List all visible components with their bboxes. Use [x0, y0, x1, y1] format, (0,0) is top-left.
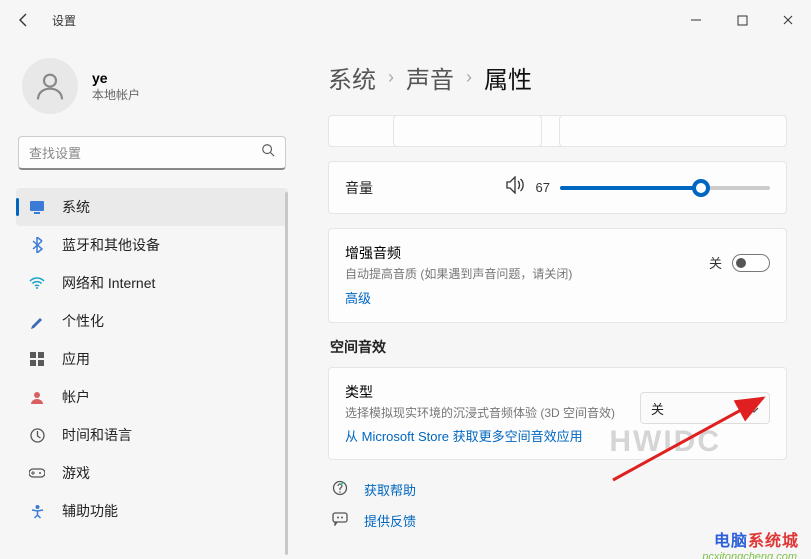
sidebar-item-accounts[interactable]: 帐户: [16, 378, 288, 416]
main-panel: 系统 › 声音 › 属性 音量 67 增强音频 自动提: [300, 40, 811, 559]
chevron-down-icon: [749, 401, 759, 416]
back-button[interactable]: [0, 12, 48, 28]
watermark-text: 电脑系统城: [714, 527, 799, 551]
sidebar-item-gaming[interactable]: 游戏: [16, 454, 288, 492]
sidebar-item-personalization[interactable]: 个性化: [16, 302, 288, 340]
volume-value: 67: [536, 180, 550, 195]
feedback-icon: [332, 512, 350, 529]
type-subtitle: 选择模拟现实环境的沉浸式音频体验 (3D 空间音效): [345, 404, 625, 422]
spatial-type-card: 类型 选择模拟现实环境的沉浸式音频体验 (3D 空间音效) 从 Microsof…: [328, 367, 787, 460]
enhance-audio-card: 增强音频 自动提高音质 (如果遇到声音问题，请关闭) 高级 关: [328, 228, 787, 323]
minimize-button[interactable]: [673, 0, 719, 40]
sidebar: ye 本地帐户 查找设置 系统 蓝牙和其他设备 网络和 Internet: [0, 40, 300, 559]
volume-slider[interactable]: [560, 186, 770, 190]
sidebar-item-system[interactable]: 系统: [16, 188, 288, 226]
get-help-label: 获取帮助: [364, 480, 416, 499]
watermark-url: pcxitongcheng.com: [702, 551, 797, 559]
search-icon: [261, 143, 275, 162]
game-icon: [28, 467, 46, 479]
wifi-icon: [28, 276, 46, 290]
volume-card: 音量 67: [328, 161, 787, 214]
nav-label: 时间和语言: [62, 425, 132, 445]
chevron-right-icon: ›: [466, 67, 472, 88]
sidebar-item-apps[interactable]: 应用: [16, 340, 288, 378]
help-icon: [332, 480, 350, 499]
nav-label: 应用: [62, 349, 90, 369]
sidebar-item-network[interactable]: 网络和 Internet: [16, 264, 288, 302]
bluetooth-icon: [28, 237, 46, 253]
chevron-right-icon: ›: [388, 67, 394, 88]
type-title: 类型: [345, 382, 628, 402]
account-icon: [28, 390, 46, 404]
speaker-icon[interactable]: [506, 176, 526, 199]
feedback-label: 提供反馈: [364, 511, 416, 530]
maximize-button[interactable]: [719, 0, 765, 40]
nav-label: 个性化: [62, 311, 104, 331]
nav-label: 网络和 Internet: [62, 273, 155, 293]
store-link[interactable]: 从 Microsoft Store 获取更多空间音效应用: [345, 426, 628, 445]
enhance-title: 增强音频: [345, 243, 709, 263]
breadcrumb-properties: 属性: [484, 60, 532, 95]
breadcrumb-sound[interactable]: 声音: [406, 60, 454, 95]
nav-list: 系统 蓝牙和其他设备 网络和 Internet 个性化 应用 帐户: [16, 188, 288, 559]
sidebar-item-accessibility[interactable]: 辅助功能: [16, 492, 288, 530]
partial-card-top: [328, 115, 787, 147]
spatial-type-dropdown[interactable]: 关: [640, 392, 770, 424]
apps-icon: [28, 352, 46, 366]
nav-label: 游戏: [62, 463, 90, 483]
profile-block[interactable]: ye 本地帐户: [16, 40, 288, 136]
avatar: [22, 58, 78, 114]
nav-label: 辅助功能: [62, 501, 118, 521]
brush-icon: [28, 313, 46, 329]
spatial-section-title: 空间音效: [330, 337, 787, 357]
slider-thumb[interactable]: [692, 179, 710, 197]
user-name: ye: [92, 70, 140, 86]
breadcrumb-system[interactable]: 系统: [328, 60, 376, 95]
breadcrumb: 系统 › 声音 › 属性: [328, 60, 787, 95]
enhance-subtitle: 自动提高音质 (如果遇到声音问题，请关闭): [345, 265, 709, 282]
clock-icon: [28, 428, 46, 443]
nav-label: 蓝牙和其他设备: [62, 235, 160, 255]
sidebar-item-time[interactable]: 时间和语言: [16, 416, 288, 454]
enhance-toggle[interactable]: [732, 254, 770, 272]
window-title: 设置: [48, 12, 76, 29]
search-input[interactable]: 查找设置: [18, 136, 286, 170]
search-placeholder: 查找设置: [29, 143, 261, 162]
window-titlebar: 设置: [0, 0, 811, 40]
toggle-state: 关: [709, 253, 722, 272]
volume-label: 音量: [345, 178, 373, 198]
close-button[interactable]: [765, 0, 811, 40]
accessibility-icon: [28, 504, 46, 519]
display-icon: [28, 200, 46, 214]
nav-label: 帐户: [62, 387, 90, 407]
advanced-link[interactable]: 高级: [345, 291, 371, 306]
sidebar-item-bluetooth[interactable]: 蓝牙和其他设备: [16, 226, 288, 264]
account-type: 本地帐户: [92, 86, 140, 103]
dropdown-value: 关: [651, 399, 664, 418]
get-help-link[interactable]: 获取帮助: [328, 474, 787, 505]
nav-label: 系统: [62, 197, 90, 217]
